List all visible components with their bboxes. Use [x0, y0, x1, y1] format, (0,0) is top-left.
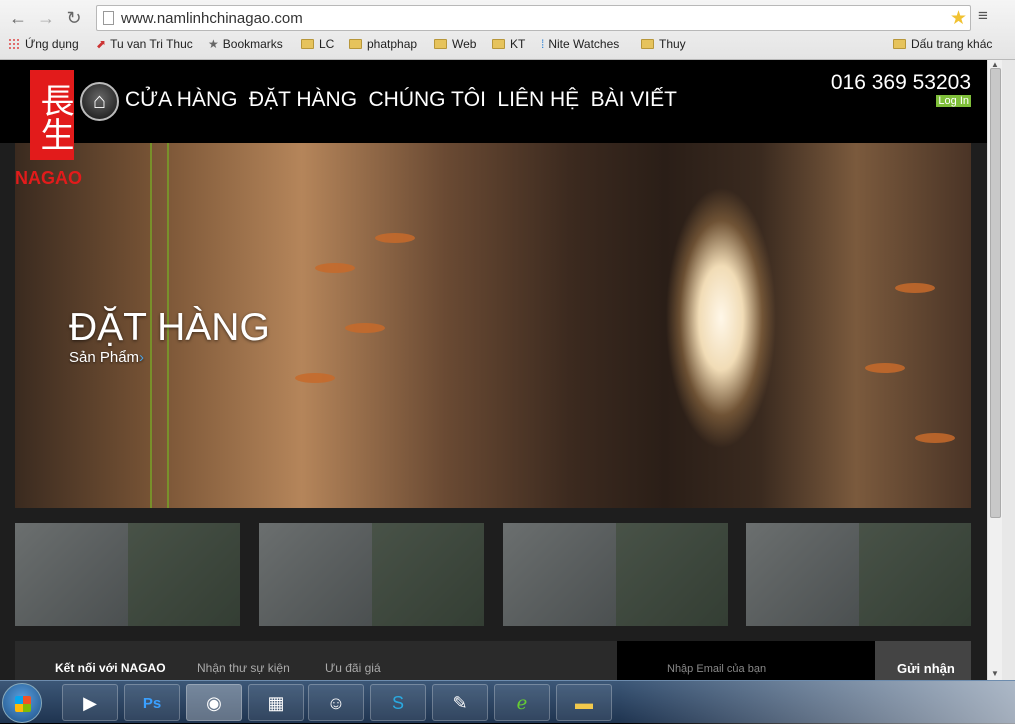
bookmark-bookmarks[interactable]: ★ Bookmarks	[208, 37, 283, 51]
bookmark-other[interactable]: Dấu trang khác	[893, 37, 992, 51]
reload-icon[interactable]: ↻	[62, 6, 86, 30]
product-thumbnails	[15, 523, 971, 626]
start-button[interactable]	[2, 683, 42, 723]
scroll-down-icon[interactable]: ▼	[991, 669, 999, 678]
web-page: ⌂ CỬA HÀNG ĐẶT HÀNG CHÚNG TÔI LIÊN HỆ BÀ…	[0, 60, 987, 680]
footer-connect[interactable]: Kết nối với NAGAO	[55, 661, 166, 675]
mushroom-decor	[895, 283, 935, 293]
vertical-scrollbar[interactable]: ▲ ▼	[987, 60, 1002, 680]
bookmark-web[interactable]: Web	[434, 37, 476, 51]
bookmark-phatphap[interactable]: phatphap	[349, 37, 417, 51]
bookmark-nite-watches[interactable]: ⁞ Nite Watches	[541, 37, 619, 51]
bookmarks-bar: Ứng dụng ⬈ Tu van Tri Thuc ★ Bookmarks LC …	[0, 34, 1015, 56]
url-text: www.namlinhchinagao.com	[121, 10, 303, 27]
mushroom-decor	[865, 363, 905, 373]
home-icon[interactable]: ⌂	[80, 82, 119, 121]
back-icon[interactable]: ←	[6, 6, 30, 30]
chrome-menu-icon[interactable]: ≡	[978, 6, 996, 30]
product-thumbnail[interactable]	[259, 523, 484, 626]
nav-item-bai-viet[interactable]: BÀI VIẾT	[591, 88, 677, 111]
folder-icon	[301, 39, 314, 49]
folder-icon	[349, 39, 362, 49]
logo-text: NAGAO	[15, 168, 82, 188]
phone-number: 016 369 53203	[830, 71, 971, 94]
star-icon: ★	[208, 37, 219, 51]
nav-item-chung-toi[interactable]: CHÚNG TÔI	[369, 88, 486, 111]
bookmark-thuy[interactable]: Thuy	[641, 37, 686, 51]
folder-icon	[492, 39, 505, 49]
footer-newsletter[interactable]: Nhận thư sự kiện	[197, 661, 290, 675]
scroll-thumb[interactable]	[990, 68, 1001, 518]
taskbar-tray	[620, 681, 1015, 724]
chrome-icon[interactable]: ◉	[186, 684, 242, 721]
mushroom-decor	[915, 433, 955, 443]
forward-icon[interactable]: →	[34, 6, 58, 30]
mushroom-decor	[375, 233, 415, 243]
bookmark-page-icon: ⁞	[541, 37, 545, 51]
mushroom-decor	[315, 263, 355, 273]
nav-item-cua-hang[interactable]: CỬA HÀNG	[125, 88, 237, 111]
product-thumbnail[interactable]	[15, 523, 240, 626]
product-thumbnail[interactable]	[503, 523, 728, 626]
folder-icon	[434, 39, 447, 49]
signup-button[interactable]: Gửi nhận	[875, 641, 971, 680]
bookmark-tu-van-tri-thuc[interactable]: ⬈ Tu van Tri Thuc	[96, 37, 193, 51]
bookmark-lc[interactable]: LC	[301, 37, 334, 51]
media-player-icon[interactable]: ▶	[62, 684, 118, 721]
calculator-icon[interactable]: ▦	[248, 684, 304, 721]
footer-bar: Kết nối với NAGAO Nhận thư sự kiện Ưu đã…	[15, 641, 971, 680]
photoshop-icon[interactable]: Ps	[124, 684, 180, 721]
folder-icon	[893, 39, 906, 49]
hero-subtitle: Sản Phẩm	[69, 349, 140, 366]
arrow-right-icon: ›	[139, 349, 145, 366]
address-bar[interactable]: www.namlinhchinagao.com ★	[96, 5, 971, 31]
folder-icon	[641, 39, 654, 49]
dreamweaver-icon[interactable]: ℯ	[494, 684, 550, 721]
nav-item-dat-hang[interactable]: ĐẶT HÀNG	[249, 88, 357, 111]
bookmark-apps[interactable]: Ứng dụng	[8, 37, 79, 51]
messenger-icon[interactable]: ☺	[308, 684, 364, 721]
hero-title: ĐẶT HÀNG	[69, 306, 270, 349]
bookmark-kt[interactable]: KT	[492, 37, 525, 51]
bookmark-star-icon[interactable]: ★	[950, 7, 967, 30]
main-nav: CỬA HÀNG ĐẶT HÀNG CHÚNG TÔI LIÊN HỆ BÀI …	[125, 88, 684, 112]
apps-icon	[8, 38, 20, 50]
notepad-icon[interactable]: ✎	[432, 684, 488, 721]
email-placeholder: Nhập Email của bạn	[667, 663, 767, 675]
hero-banner: ĐẶT HÀNG Sản Phẩm›	[15, 143, 971, 508]
site-header: ⌂ CỬA HÀNG ĐẶT HÀNG CHÚNG TÔI LIÊN HỆ BÀ…	[0, 60, 987, 143]
skype-icon[interactable]: S	[370, 684, 426, 721]
nav-item-lien-he[interactable]: LIÊN HỆ	[497, 88, 579, 111]
explorer-icon[interactable]: ▬	[556, 684, 612, 721]
windows-taskbar: ▶ Ps ◉ ▦ ☺ S ✎ ℯ ▬	[0, 680, 1015, 724]
mushroom-decor	[295, 373, 335, 383]
logo-glyph: 長生	[34, 83, 74, 151]
window-edge	[1002, 60, 1015, 680]
browser-toolbar: ← → ↻ www.namlinhchinagao.com ★ ≡ Ứng dụ…	[0, 0, 1015, 60]
login-link[interactable]: Log In	[936, 95, 971, 107]
bookmark-page-icon: ⬈	[96, 37, 107, 51]
footer-offers[interactable]: Ưu đãi giá	[325, 661, 381, 675]
hero-subtitle-link[interactable]: Sản Phẩm›	[69, 349, 144, 366]
page-icon	[103, 11, 114, 25]
mushroom-decor	[345, 323, 385, 333]
product-thumbnail[interactable]	[746, 523, 971, 626]
